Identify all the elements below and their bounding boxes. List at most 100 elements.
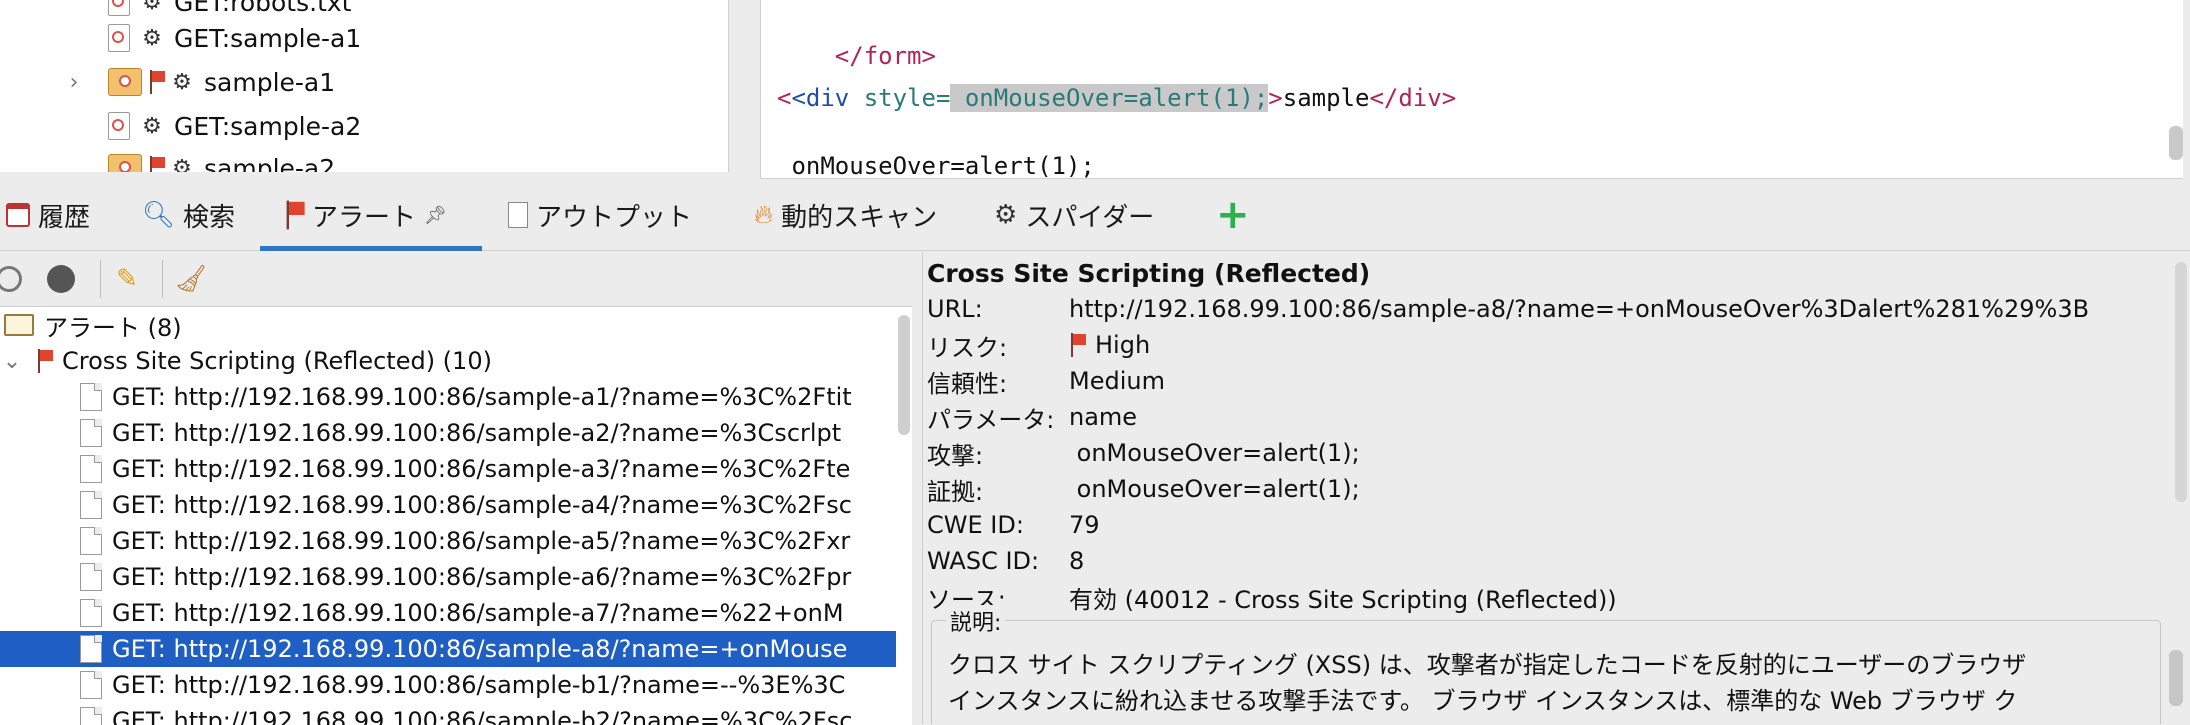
details-scrollbar[interactable] [2175, 262, 2187, 502]
alert-title: Cross Site Scripting (Reflected) [927, 258, 1371, 288]
pin-icon[interactable]: 📌︎ [424, 205, 447, 226]
code-line: onMouseOver=alert(1); [777, 152, 1095, 179]
detail-row-url: URL: http://192.168.99.100:86/sample-a8/?… [927, 292, 2089, 326]
alert-instance-row[interactable]: GET: http://192.168.99.100:86/sample-a6/… [0, 559, 896, 595]
code-highlight: onMouseOver=alert(1); [950, 84, 1269, 112]
detail-value: name [1069, 403, 1138, 431]
alerts-root-label: アラート (8) [44, 313, 182, 342]
tab-history[interactable]: 履歴 [6, 192, 90, 238]
tab-alerts[interactable]: アラート 📌︎ [286, 192, 447, 238]
document-icon [80, 491, 102, 519]
tree-item[interactable]: ⚙ sample-a2 [108, 148, 335, 172]
alert-instance-label: GET: http://192.168.99.100:86/sample-a3/… [112, 455, 851, 483]
alert-instance-row[interactable]: GET: http://192.168.99.100:86/sample-a5/… [0, 523, 896, 559]
alert-instance-row[interactable]: GET: http://192.168.99.100:86/sample-a4/… [0, 487, 896, 523]
pencil-icon: ✎ [116, 264, 138, 294]
tab-label: スパイダー [1025, 202, 1155, 233]
add-tab-button[interactable]: + [1216, 192, 1250, 238]
target-button[interactable] [0, 262, 26, 296]
chevron-right-icon[interactable]: › [64, 70, 84, 95]
tab-spider[interactable]: ⚙ スパイダー [994, 192, 1154, 238]
tree-item[interactable]: ⚙ GET:sample-a1 [108, 18, 361, 58]
detail-value: 79 [1069, 511, 1100, 539]
code-close-form: </form> [834, 42, 936, 70]
document-icon [80, 671, 102, 699]
tab-label: 検索 [183, 202, 236, 233]
broom-icon: 🧹︎ [174, 264, 208, 294]
document-icon [80, 383, 102, 411]
alerts-toolbar: ✎ 🧹︎ [0, 252, 920, 306]
flag-icon [148, 70, 166, 94]
detail-value: onMouseOver=alert(1); [1069, 439, 1360, 467]
alert-instance-row[interactable]: GET: http://192.168.99.100:86/sample-a3/… [0, 451, 896, 487]
tab-output[interactable]: アウトプット [508, 192, 692, 238]
folder-icon [108, 68, 142, 96]
alert-instance-row[interactable]: GET: http://192.168.99.100:86/sample-a7/… [0, 595, 896, 631]
spider-icon: ⚙ [142, 113, 162, 139]
detail-row-cwe: CWE ID: 79 [927, 508, 1100, 542]
alert-instance-row[interactable]: GET: http://192.168.99.100:86/sample-b1/… [0, 667, 896, 703]
clear-button[interactable]: 🧹︎ [174, 262, 208, 296]
detail-value: High [1095, 331, 1151, 359]
alert-instance-row[interactable]: GET: http://192.168.99.100:86/sample-b2/… [0, 703, 896, 725]
alerts-scrollbar[interactable] [898, 315, 910, 435]
detail-label: リスク: [927, 333, 1008, 362]
alert-group[interactable]: ⌄ Cross Site Scripting (Reflected) (10) [0, 343, 896, 379]
code-gt: > [1268, 84, 1283, 112]
code-lt: < [777, 84, 792, 112]
alert-instance-row[interactable]: GET: http://192.168.99.100:86/sample-a2/… [0, 415, 896, 451]
globe-icon [47, 265, 75, 293]
tab-search[interactable]: 🔍︎ 検索 [142, 192, 235, 238]
description-line: インスタンスに紛れ込ませる攻撃手法です。 ブラウザ インスタンスは、標準的な W… [948, 687, 2018, 715]
tree-item-label: GET:sample-a1 [174, 23, 362, 53]
tree-item[interactable]: › ⚙ sample-a1 [64, 62, 336, 102]
detail-row-risk: リスク: High [927, 328, 1150, 362]
tree-item-label: sample-a2 [204, 153, 336, 173]
search-icon: 🔍︎ [142, 200, 176, 230]
spider-icon: ⚙ [994, 200, 1018, 230]
site-tree-panel: ⚙ GET:robots.txt ⚙ GET:sample-a1 › ⚙ sam… [0, 0, 729, 172]
alerts-root[interactable]: アラート (8) [0, 307, 896, 343]
detail-label: パラメータ: [927, 405, 1055, 434]
detail-label: URL: [927, 295, 983, 323]
tab-label: 履歴 [38, 202, 91, 233]
code-scrollbar[interactable] [2169, 126, 2183, 160]
edit-button[interactable]: ✎ [110, 262, 144, 296]
plus-icon: + [1216, 192, 1250, 238]
chevron-down-icon[interactable]: ⌄ [2, 349, 22, 374]
tree-item[interactable]: ⚙ GET:sample-a2 [108, 106, 361, 146]
description-legend: 説明: [946, 605, 1006, 637]
alert-details-panel: Cross Site Scripting (Reflected) URL: htt… [922, 252, 2190, 724]
page-icon [108, 0, 130, 16]
alert-group-label: Cross Site Scripting (Reflected) (10) [62, 347, 492, 375]
code-div-close: </div> [1369, 84, 1457, 112]
alert-instance-label: GET: http://192.168.99.100:86/sample-a5/… [112, 527, 851, 555]
alert-instance-label: GET: http://192.168.99.100:86/sample-a7/… [112, 599, 844, 627]
alert-instance-label: GET: http://192.168.99.100:86/sample-a1/… [112, 383, 852, 411]
code-div-tag: <div [791, 84, 850, 112]
flag-icon [284, 200, 306, 230]
document-icon [80, 707, 102, 725]
detail-label: WASC ID: [927, 547, 1040, 575]
detail-value: Medium [1069, 367, 1165, 395]
tree-item-label: sample-a1 [204, 67, 336, 97]
globe-button[interactable] [44, 262, 78, 296]
description-scrollbar[interactable] [2169, 650, 2183, 706]
detail-row-parameter: パラメータ: name [927, 400, 1137, 434]
code-style-attr: style= [863, 84, 951, 112]
alerts-tree[interactable]: アラート (8) ⌄ Cross Site Scripting (Reflect… [0, 306, 912, 725]
code-text: sample [1282, 84, 1370, 112]
fire-icon: 🔥︎ [754, 199, 774, 230]
document-icon [80, 599, 102, 627]
document-icon [80, 563, 102, 591]
alert-instance-row[interactable]: GET: http://192.168.99.100:86/sample-a1/… [0, 379, 896, 415]
detail-row-evidence: 証拠: onMouseOver=alert(1); [927, 472, 1360, 506]
spider-icon: ⚙ [172, 155, 192, 173]
spider-icon: ⚙ [172, 69, 192, 95]
alert-instance-label: GET: http://192.168.99.100:86/sample-a2/… [112, 419, 842, 447]
detail-label: CWE ID: [927, 511, 1024, 539]
response-code-view[interactable]: </form> <<div style= onMouseOver=alert(1… [760, 0, 2183, 179]
alert-instance-label: GET: http://192.168.99.100:86/sample-b2/… [112, 707, 853, 725]
tab-active-scan[interactable]: 🔥︎ 動的スキャン [754, 192, 937, 238]
alert-instance-row-selected[interactable]: GET: http://192.168.99.100:86/sample-a8/… [0, 631, 896, 667]
